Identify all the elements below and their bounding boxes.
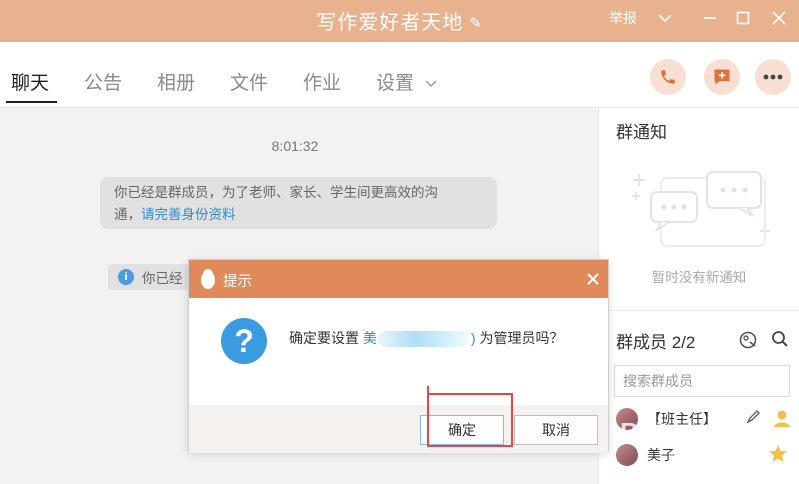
chevron-down-icon[interactable] xyxy=(650,0,680,36)
dialog-close-button[interactable] xyxy=(583,269,603,289)
blurred-username xyxy=(377,331,470,348)
watermark-url: jingyan.baidu.com xyxy=(668,448,765,462)
owner-icon xyxy=(774,410,790,427)
empty-notice-illustration xyxy=(632,171,770,247)
info-notice-text: 你已经 xyxy=(142,271,183,286)
confirm-button[interactable]: 确定 xyxy=(420,415,504,445)
member-actions xyxy=(746,408,792,428)
message-timestamp: 8:01:32 xyxy=(271,138,319,154)
tab-chat[interactable]: 聊天 xyxy=(11,68,49,95)
tab-files[interactable]: 文件 xyxy=(230,68,268,95)
tab-settings-label: 设置 xyxy=(376,73,415,94)
message-plus-icon xyxy=(714,69,730,85)
more-icon xyxy=(763,74,783,80)
search-icon[interactable] xyxy=(771,330,789,348)
dialog-message: 确定要设置 美) 为管理员吗？ xyxy=(289,328,563,348)
tab-bar: 聊天 公告 相册 文件 作业 设置 xyxy=(0,42,799,108)
tab-homework[interactable]: 作业 xyxy=(303,68,341,95)
username-start: 美 xyxy=(362,330,377,346)
active-tab-indicator xyxy=(6,101,57,103)
member-actions xyxy=(768,444,788,467)
members-tools xyxy=(739,330,789,350)
dialog-footer: 确定 取消 xyxy=(189,405,608,453)
confirm-dialog: 提示 ? 确定要设置 美) 为管理员吗？ 确定 取消 xyxy=(188,259,609,453)
star-icon xyxy=(769,445,787,462)
question-icon: ? xyxy=(221,318,267,364)
close-icon xyxy=(587,273,599,285)
tab-settings[interactable]: 设置 xyxy=(376,68,437,95)
title-bar: 写作爱好者天地 ✎ 举报 xyxy=(0,0,799,42)
baidu-watermark: Baidu经验 xyxy=(620,417,752,447)
complete-profile-link[interactable]: 请完善身份资料 xyxy=(141,207,236,222)
phone-icon xyxy=(661,70,675,84)
tab-album[interactable]: 相册 xyxy=(157,68,195,95)
report-button[interactable]: 举报 xyxy=(600,0,646,36)
system-message-line2: 通，请完善身份资料 xyxy=(114,204,483,226)
no-notice-text: 暂时没有新通知 xyxy=(651,270,747,285)
highlight-marker xyxy=(427,386,429,396)
divider xyxy=(599,310,799,311)
system-message: 你已经是群成员，为了老师、家长、学生间更高效的沟 通，请完善身份资料 xyxy=(100,177,497,229)
member-search-input[interactable]: 搜索群成员 xyxy=(614,365,790,397)
system-message-line1: 你已经是群成员，为了老师、家长、学生间更高效的沟 xyxy=(114,185,438,200)
close-window-button[interactable] xyxy=(764,0,794,36)
group-name: 写作爱好者天地 xyxy=(316,12,464,34)
dialog-header: 提示 xyxy=(189,260,608,298)
message-suffix: 为管理员吗？ xyxy=(479,330,564,346)
target-username: 美) xyxy=(362,330,476,348)
cancel-button[interactable]: 取消 xyxy=(514,415,598,445)
dialog-body: ? 确定要设置 美) 为管理员吗？ xyxy=(189,298,608,405)
minimize-button[interactable] xyxy=(695,0,725,36)
voice-call-button[interactable] xyxy=(650,59,686,95)
chevron-down-icon xyxy=(425,80,437,87)
tab-announcement[interactable]: 公告 xyxy=(84,68,122,95)
system-message-prefix: 通， xyxy=(114,207,141,222)
dialog-title: 提示 xyxy=(223,274,252,290)
username-end: ) xyxy=(470,330,476,346)
group-notice-title: 群通知 xyxy=(616,123,667,142)
more-options-button[interactable] xyxy=(755,59,791,95)
edit-name-icon[interactable]: ✎ xyxy=(469,14,483,32)
maximize-button[interactable] xyxy=(728,0,758,36)
add-message-button[interactable] xyxy=(704,59,740,95)
message-prefix: 确定要设置 xyxy=(289,330,359,346)
member-manage-icon[interactable] xyxy=(739,330,759,350)
group-members-title: 群成员 2/2 xyxy=(616,333,696,352)
qq-penguin-icon xyxy=(201,269,215,289)
info-icon: i xyxy=(118,269,134,285)
